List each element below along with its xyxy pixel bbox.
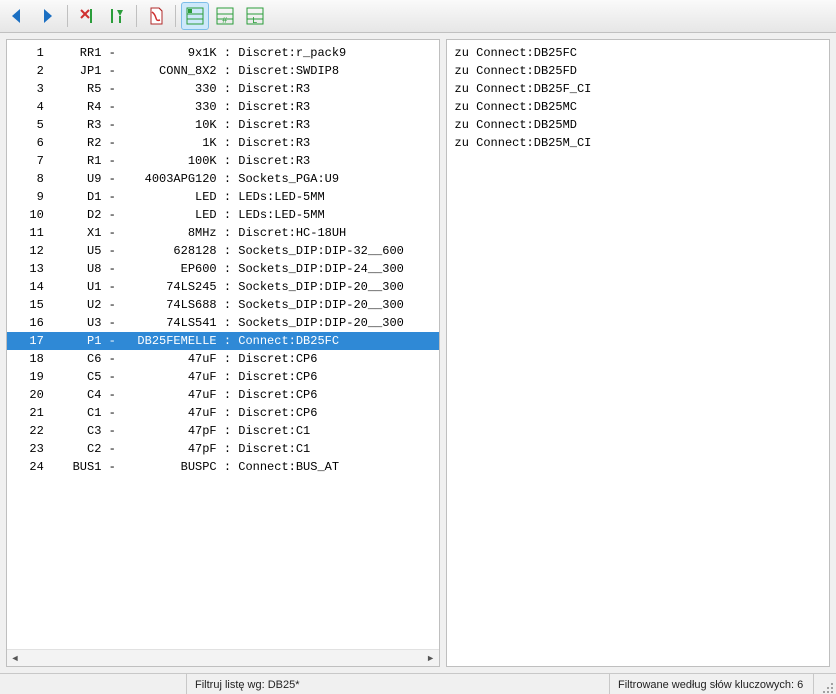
- component-row[interactable]: 18 C6 - 47uF : Discret:CP6: [7, 350, 439, 368]
- status-filter: Filtruj listę wg: DB25*: [187, 674, 610, 694]
- view-by-ref-button[interactable]: #: [211, 2, 239, 30]
- component-list-panel: 1 RR1 - 9x1K : Discret:r_pack9 2 JP1 - C…: [6, 39, 440, 667]
- component-row[interactable]: 1 RR1 - 9x1K : Discret:r_pack9: [7, 44, 439, 62]
- resize-grip[interactable]: [814, 674, 836, 694]
- status-empty: [0, 674, 187, 694]
- toolbar-separator: [136, 5, 137, 27]
- component-row[interactable]: 23 C2 - 47pF : Discret:C1: [7, 440, 439, 458]
- footprint-match-item[interactable]: zu Connect:DB25MC: [455, 98, 821, 116]
- component-row[interactable]: 6 R2 - 1K : Discret:R3: [7, 134, 439, 152]
- grid-hash-icon: #: [215, 6, 235, 26]
- component-row[interactable]: 21 C1 - 47uF : Discret:CP6: [7, 404, 439, 422]
- component-row[interactable]: 4 R4 - 330 : Discret:R3: [7, 98, 439, 116]
- statusbar: Filtruj listę wg: DB25* Filtrowane wedłu…: [0, 673, 836, 694]
- component-row[interactable]: 24 BUS1 - BUSPC : Connect:BUS_AT: [7, 458, 439, 476]
- component-row[interactable]: 19 C5 - 47uF : Discret:CP6: [7, 368, 439, 386]
- component-row[interactable]: 12 U5 - 628128 : Sockets_DIP:DIP-32__600: [7, 242, 439, 260]
- scroll-track[interactable]: [23, 650, 423, 666]
- grid-green-icon: [185, 6, 205, 26]
- svg-text:L: L: [252, 16, 257, 26]
- component-row[interactable]: 17 P1 - DB25FEMELLE : Connect:DB25FC: [7, 332, 439, 350]
- component-row[interactable]: 13 U8 - EP600 : Sockets_DIP:DIP-24__300: [7, 260, 439, 278]
- scroll-right-button[interactable]: ►: [423, 650, 439, 666]
- resize-grip-icon: [822, 682, 834, 694]
- component-row[interactable]: 8 U9 - 4003APG120 : Sockets_PGA:U9: [7, 170, 439, 188]
- footprint-match-item[interactable]: zu Connect:DB25F_CI: [455, 80, 821, 98]
- component-row[interactable]: 22 C3 - 47pF : Discret:C1: [7, 422, 439, 440]
- toolbar-separator: [67, 5, 68, 27]
- scroll-left-button[interactable]: ◄: [7, 650, 23, 666]
- auto-annotate-button[interactable]: [103, 2, 131, 30]
- status-result: Filtrowane według słów kluczowych: 6: [610, 674, 814, 694]
- grid-l-icon: L: [245, 6, 265, 26]
- footprint-match-item[interactable]: zu Connect:DB25MD: [455, 116, 821, 134]
- green-down-icon: [107, 6, 127, 26]
- component-row[interactable]: 9 D1 - LED : LEDs:LED-5MM: [7, 188, 439, 206]
- pdf-icon: [146, 6, 166, 26]
- component-row[interactable]: 7 R1 - 100K : Discret:R3: [7, 152, 439, 170]
- back-button[interactable]: [4, 2, 32, 30]
- footprint-matches-panel: zu Connect:DB25FCzu Connect:DB25FDzu Con…: [446, 39, 830, 667]
- component-row[interactable]: 2 JP1 - CONN_8X2 : Discret:SWDIP8: [7, 62, 439, 80]
- forward-button[interactable]: [34, 2, 62, 30]
- footprint-match-item[interactable]: zu Connect:DB25M_CI: [455, 134, 821, 152]
- component-row[interactable]: 20 C4 - 47uF : Discret:CP6: [7, 386, 439, 404]
- footprint-match-item[interactable]: zu Connect:DB25FC: [455, 44, 821, 62]
- component-row[interactable]: 11 X1 - 8MHz : Discret:HC-18UH: [7, 224, 439, 242]
- horizontal-scrollbar[interactable]: ◄ ►: [7, 649, 439, 666]
- component-row[interactable]: 16 U3 - 74LS541 : Sockets_DIP:DIP-20__30…: [7, 314, 439, 332]
- arrow-right-icon: [38, 6, 58, 26]
- footprint-match-item[interactable]: zu Connect:DB25FD: [455, 62, 821, 80]
- component-row[interactable]: 5 R3 - 10K : Discret:R3: [7, 116, 439, 134]
- arrow-left-icon: [8, 6, 28, 26]
- footprint-matches-list[interactable]: zu Connect:DB25FCzu Connect:DB25FDzu Con…: [447, 40, 829, 156]
- toolbar: #L: [0, 0, 836, 33]
- component-row[interactable]: 14 U1 - 74LS245 : Sockets_DIP:DIP-20__30…: [7, 278, 439, 296]
- component-listing[interactable]: 1 RR1 - 9x1K : Discret:r_pack9 2 JP1 - C…: [7, 40, 439, 649]
- toolbar-separator: [175, 5, 176, 27]
- x-red-green-icon: [77, 6, 97, 26]
- component-row[interactable]: 10 D2 - LED : LEDs:LED-5MM: [7, 206, 439, 224]
- undo-assoc-button[interactable]: [73, 2, 101, 30]
- component-row[interactable]: 15 U2 - 74LS688 : Sockets_DIP:DIP-20__30…: [7, 296, 439, 314]
- view-grouped-button[interactable]: [181, 2, 209, 30]
- component-row[interactable]: 3 R5 - 330 : Discret:R3: [7, 80, 439, 98]
- export-pdf-button[interactable]: [142, 2, 170, 30]
- svg-text:#: #: [222, 16, 228, 26]
- workspace: 1 RR1 - 9x1K : Discret:r_pack9 2 JP1 - C…: [0, 33, 836, 673]
- view-by-value-button[interactable]: L: [241, 2, 269, 30]
